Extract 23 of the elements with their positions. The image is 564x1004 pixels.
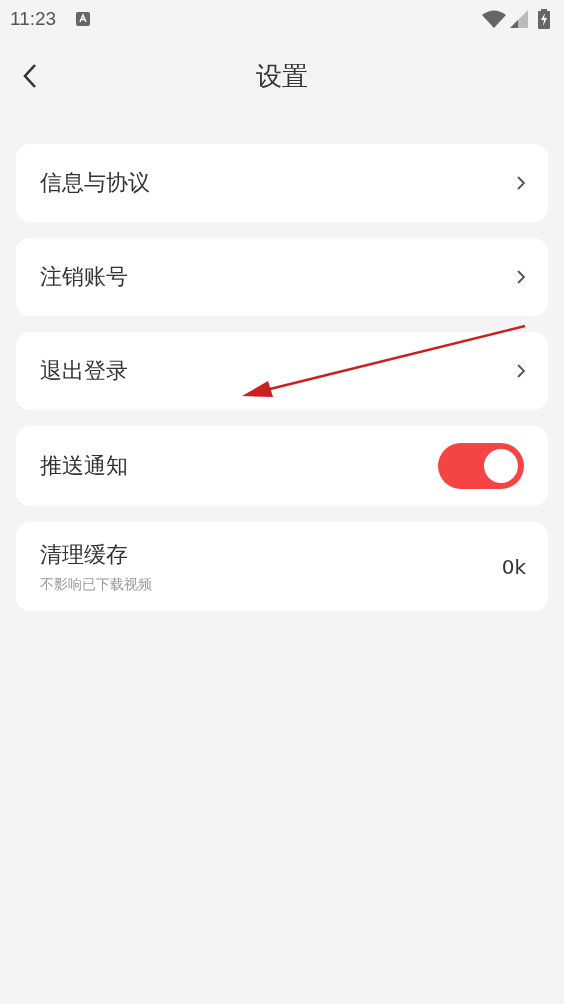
page-title: 设置 [256,59,308,93]
settings-item[interactable]: 退出登录 [16,332,548,410]
toggle-switch[interactable] [438,443,524,489]
item-label: 注销账号 [40,263,129,291]
item-label: 信息与协议 [40,169,151,197]
item-label: 清理缓存 [40,540,129,569]
chevron-icon [516,175,526,191]
chevron-icon [516,269,526,285]
item-subtitle: 不影响已下载视频 [40,575,153,594]
settings-item[interactable]: 清理缓存 不影响已下载视频 0k [16,522,548,611]
keyboard-notification-icon [76,12,91,26]
back-icon[interactable] [22,63,38,89]
signal-icon [510,10,528,28]
settings-item[interactable]: 信息与协议 [16,144,548,222]
status-time: 11:23 [10,8,57,30]
battery-charging-icon [538,9,550,29]
settings-item[interactable]: 注销账号 [16,238,548,316]
wifi-icon [482,10,506,28]
cache-size: 0k [501,554,526,579]
settings-item[interactable]: 推送通知 [16,426,548,506]
item-label: 退出登录 [40,357,129,385]
chevron-icon [516,363,526,379]
item-label: 推送通知 [40,452,129,480]
